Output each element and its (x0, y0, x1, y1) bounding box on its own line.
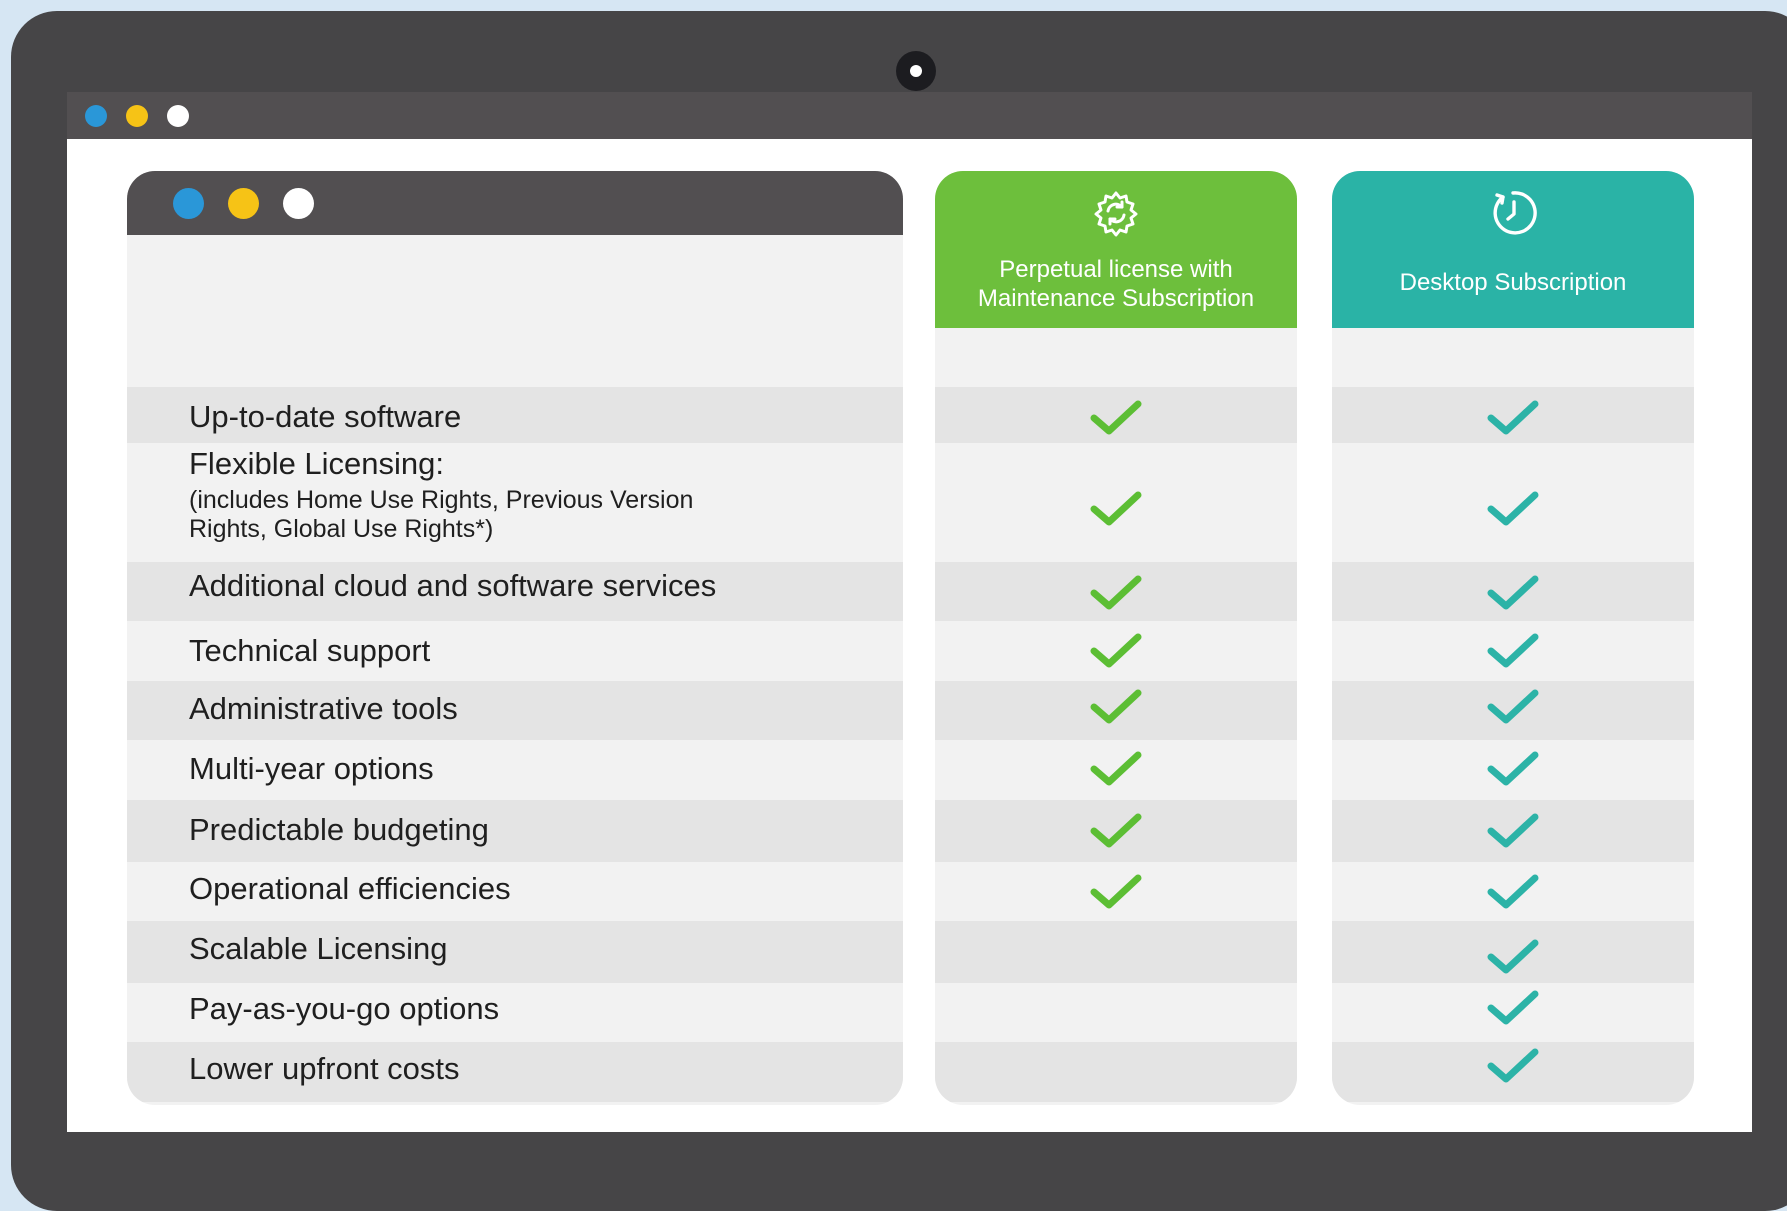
check-icon (1487, 990, 1539, 1025)
check-icon (1090, 813, 1142, 848)
check-icon (1090, 689, 1142, 724)
check-icon (1487, 874, 1539, 909)
clock-refresh-icon (1493, 191, 1537, 235)
panel-dot-blue (173, 188, 204, 219)
feature-label: Lower upfront costs (189, 1051, 460, 1086)
check-icon (1487, 1048, 1539, 1083)
feature-label: Operational efficiencies (189, 871, 511, 906)
feature-panel: Up-to-date software Flexible Licensing: (i… (127, 171, 903, 1105)
desktop-subscription-column: Desktop Subscription (1332, 171, 1694, 1105)
check-row (935, 983, 1297, 1042)
desktop-subscription-label: Desktop Subscription (1399, 269, 1627, 296)
check-icon (1487, 813, 1539, 848)
check-icon (1090, 874, 1142, 909)
feature-sublabel: Rights, Global Use Rights*) (189, 515, 494, 543)
feature-label: Flexible Licensing: (189, 446, 445, 481)
check-icon (1090, 491, 1142, 526)
feature-label: Scalable Licensing (189, 931, 448, 966)
feature-label: Up-to-date software (189, 399, 462, 434)
panel-dot-white (283, 188, 314, 219)
check-icon (1090, 400, 1142, 435)
browser-window: Up-to-date software Flexible Licensing: (i… (67, 92, 1752, 1132)
check-icon (1487, 491, 1539, 526)
check-icon (1090, 575, 1142, 610)
check-icon (1487, 400, 1539, 435)
perpetual-label-line-1: Perpetual license with (999, 256, 1233, 283)
feature-sublabel: (includes Home Use Rights, Previous Vers… (189, 486, 694, 514)
check-row (935, 921, 1297, 983)
perpetual-license-header: Perpetual license with Maintenance Subsc… (935, 171, 1297, 328)
perpetual-label-line-2: Maintenance Subscription (977, 285, 1255, 312)
camera-icon (896, 51, 936, 91)
desktop-subscription-header: Desktop Subscription (1332, 171, 1694, 328)
check-icon (1487, 633, 1539, 668)
feature-panel-header (127, 171, 903, 235)
panel-dot-yellow (228, 188, 259, 219)
feature-label: Predictable budgeting (189, 812, 489, 847)
check-icon (1090, 751, 1142, 786)
perpetual-license-label: Perpetual license with Maintenance Subsc… (945, 255, 1287, 313)
feature-label: Multi-year options (189, 751, 434, 786)
check-icon (1487, 751, 1539, 786)
window-dot-yellow[interactable] (126, 105, 148, 127)
check-icon (1090, 633, 1142, 668)
feature-label: Administrative tools (189, 691, 458, 726)
check-row (935, 1042, 1297, 1102)
perpetual-license-column: Perpetual license with Maintenance Subsc… (935, 171, 1297, 1105)
check-icon (1487, 575, 1539, 610)
gear-refresh-icon (1094, 191, 1138, 237)
window-dot-white[interactable] (167, 105, 189, 127)
window-titlebar (67, 92, 1752, 139)
feature-label: Technical support (189, 633, 431, 668)
check-icon (1487, 939, 1539, 974)
feature-label: Pay-as-you-go options (189, 991, 500, 1026)
window-dot-blue[interactable] (85, 105, 107, 127)
feature-label: Additional cloud and software services (189, 568, 717, 603)
check-icon (1487, 689, 1539, 724)
